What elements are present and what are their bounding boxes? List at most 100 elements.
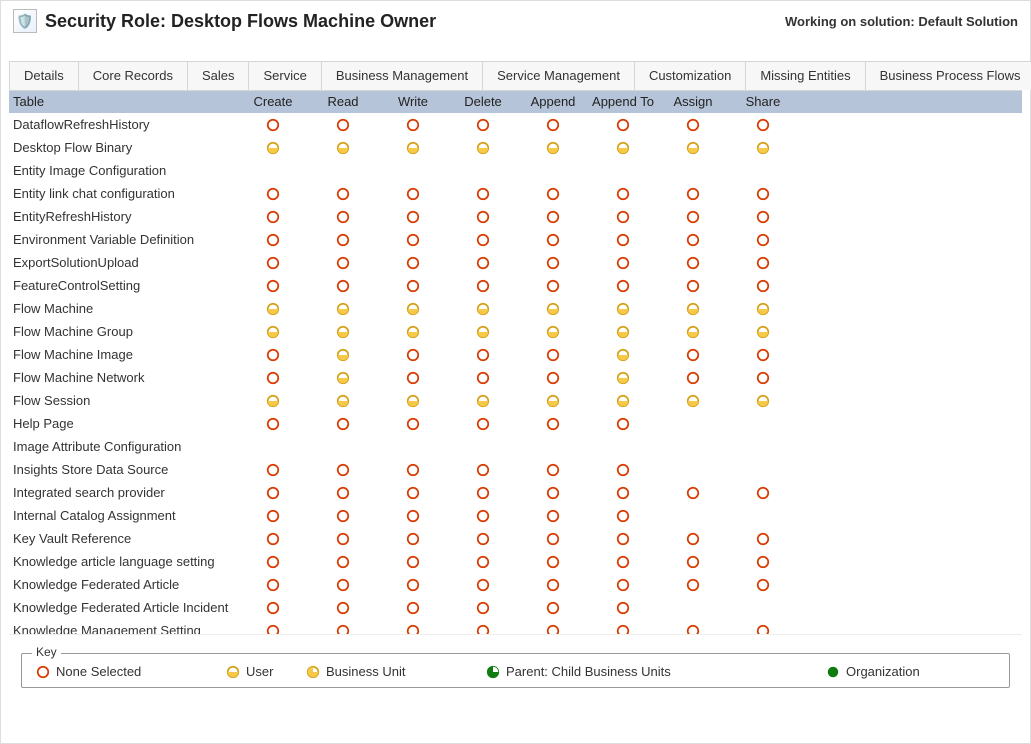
privilege-append-to[interactable] [588, 325, 658, 339]
privilege-read[interactable] [308, 624, 378, 636]
privilege-share[interactable] [728, 279, 798, 293]
privilege-assign[interactable] [658, 118, 728, 132]
privilege-create[interactable] [238, 256, 308, 270]
privilege-write[interactable] [378, 348, 448, 362]
privilege-delete[interactable] [448, 187, 518, 201]
privilege-append-to[interactable] [588, 233, 658, 247]
privilege-delete[interactable] [448, 256, 518, 270]
privilege-read[interactable] [308, 302, 378, 316]
privilege-share[interactable] [728, 302, 798, 316]
privilege-assign[interactable] [658, 371, 728, 385]
privilege-assign[interactable] [658, 624, 728, 636]
privilege-append[interactable] [518, 256, 588, 270]
privilege-append[interactable] [518, 532, 588, 546]
privilege-write[interactable] [378, 279, 448, 293]
privilege-assign[interactable] [658, 141, 728, 155]
privilege-append-to[interactable] [588, 578, 658, 592]
privilege-assign[interactable] [658, 394, 728, 408]
privilege-append[interactable] [518, 601, 588, 615]
privilege-append-to[interactable] [588, 463, 658, 477]
privilege-write[interactable] [378, 486, 448, 500]
privilege-write[interactable] [378, 187, 448, 201]
privilege-append-to[interactable] [588, 141, 658, 155]
privilege-delete[interactable] [448, 555, 518, 569]
privilege-share[interactable] [728, 141, 798, 155]
privilege-delete[interactable] [448, 348, 518, 362]
privilege-append[interactable] [518, 417, 588, 431]
privilege-read[interactable] [308, 118, 378, 132]
privilege-append[interactable] [518, 371, 588, 385]
privilege-write[interactable] [378, 302, 448, 316]
privilege-create[interactable] [238, 233, 308, 247]
privilege-assign[interactable] [658, 210, 728, 224]
privilege-share[interactable] [728, 210, 798, 224]
privilege-assign[interactable] [658, 348, 728, 362]
column-header-write[interactable]: Write [378, 91, 448, 113]
column-header-share[interactable]: Share [728, 91, 798, 113]
privilege-append[interactable] [518, 187, 588, 201]
privilege-append-to[interactable] [588, 624, 658, 636]
privilege-write[interactable] [378, 463, 448, 477]
privilege-append[interactable] [518, 624, 588, 636]
privilege-delete[interactable] [448, 233, 518, 247]
privilege-share[interactable] [728, 233, 798, 247]
privilege-create[interactable] [238, 141, 308, 155]
privilege-append[interactable] [518, 233, 588, 247]
privilege-append[interactable] [518, 486, 588, 500]
privilege-write[interactable] [378, 601, 448, 615]
privilege-share[interactable] [728, 118, 798, 132]
privilege-append[interactable] [518, 302, 588, 316]
privilege-read[interactable] [308, 532, 378, 546]
privilege-write[interactable] [378, 118, 448, 132]
privilege-share[interactable] [728, 394, 798, 408]
privilege-delete[interactable] [448, 371, 518, 385]
privilege-delete[interactable] [448, 486, 518, 500]
privilege-assign[interactable] [658, 302, 728, 316]
privilege-write[interactable] [378, 532, 448, 546]
privilege-append-to[interactable] [588, 486, 658, 500]
privilege-delete[interactable] [448, 463, 518, 477]
privilege-create[interactable] [238, 394, 308, 408]
privilege-delete[interactable] [448, 394, 518, 408]
column-header-append-to[interactable]: Append To [588, 91, 658, 113]
tab-missing-entities[interactable]: Missing Entities [745, 61, 865, 90]
privilege-write[interactable] [378, 555, 448, 569]
privilege-append[interactable] [518, 555, 588, 569]
privilege-append-to[interactable] [588, 509, 658, 523]
tab-business-management[interactable]: Business Management [321, 61, 483, 90]
privilege-read[interactable] [308, 555, 378, 569]
privilege-append[interactable] [518, 394, 588, 408]
privilege-read[interactable] [308, 463, 378, 477]
privilege-create[interactable] [238, 118, 308, 132]
tab-details[interactable]: Details [9, 61, 79, 90]
privilege-create[interactable] [238, 417, 308, 431]
privilege-share[interactable] [728, 348, 798, 362]
privilege-create[interactable] [238, 601, 308, 615]
privilege-append-to[interactable] [588, 371, 658, 385]
privilege-create[interactable] [238, 463, 308, 477]
privilege-create[interactable] [238, 302, 308, 316]
privilege-write[interactable] [378, 233, 448, 247]
privilege-share[interactable] [728, 578, 798, 592]
privilege-assign[interactable] [658, 578, 728, 592]
privilege-create[interactable] [238, 371, 308, 385]
privilege-create[interactable] [238, 624, 308, 636]
privilege-write[interactable] [378, 394, 448, 408]
column-header-delete[interactable]: Delete [448, 91, 518, 113]
privilege-write[interactable] [378, 624, 448, 636]
privilege-delete[interactable] [448, 509, 518, 523]
privilege-delete[interactable] [448, 325, 518, 339]
column-header-create[interactable]: Create [238, 91, 308, 113]
privilege-write[interactable] [378, 578, 448, 592]
privilege-append[interactable] [518, 463, 588, 477]
column-header-read[interactable]: Read [308, 91, 378, 113]
privilege-append[interactable] [518, 210, 588, 224]
privilege-assign[interactable] [658, 532, 728, 546]
privilege-delete[interactable] [448, 210, 518, 224]
privilege-delete[interactable] [448, 302, 518, 316]
privilege-append-to[interactable] [588, 279, 658, 293]
privilege-append-to[interactable] [588, 417, 658, 431]
tab-core-records[interactable]: Core Records [78, 61, 188, 90]
privilege-append[interactable] [518, 279, 588, 293]
privilege-share[interactable] [728, 371, 798, 385]
